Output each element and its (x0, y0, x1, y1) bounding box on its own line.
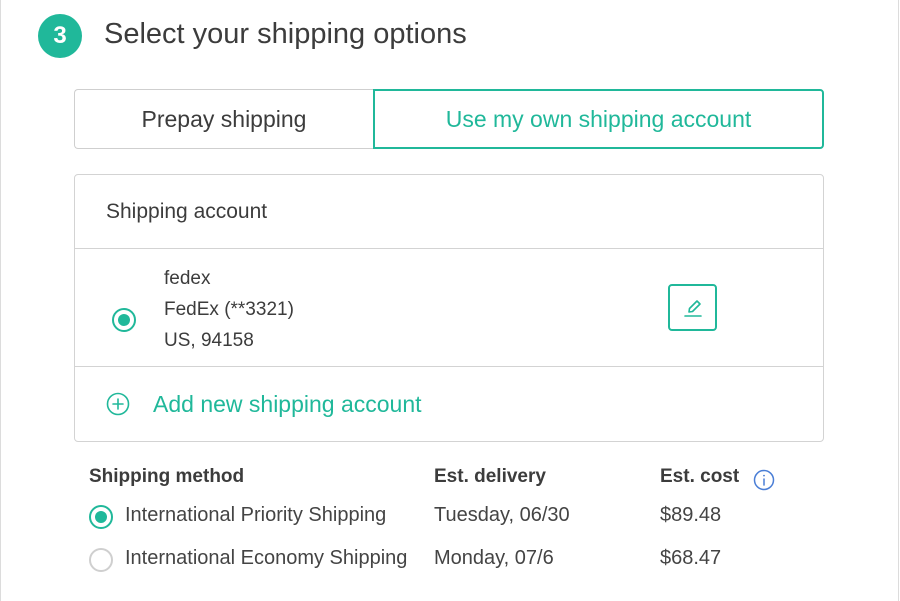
method-radio-button[interactable] (89, 505, 113, 529)
method-delivery: Tuesday, 06/30 (434, 504, 570, 526)
shipping-type-tabs: Prepay shipping Use my own shipping acco… (74, 89, 824, 149)
panel-header: Shipping account (75, 175, 823, 249)
step-number-badge: 3 (38, 14, 82, 58)
header-est-cost: Est. cost (660, 466, 740, 487)
method-name: International Economy Shipping (125, 547, 408, 569)
method-cost: $68.47 (660, 547, 722, 569)
tab-own-shipping-account[interactable]: Use my own shipping account (373, 89, 824, 149)
info-icon[interactable] (753, 469, 775, 491)
account-name: fedex (164, 268, 211, 289)
tab-prepay-shipping[interactable]: Prepay shipping (74, 89, 373, 149)
account-carrier: FedEx (**3321) (164, 299, 294, 320)
account-details: fedex FedEx (**3321) US, 94158 (164, 263, 294, 356)
pencil-icon (681, 296, 705, 320)
method-radio-button[interactable] (89, 548, 113, 572)
header-shipping-method: Shipping method (89, 466, 245, 487)
edit-account-button[interactable] (668, 284, 717, 331)
header-est-delivery: Est. delivery (434, 466, 546, 487)
shipping-method-row[interactable]: International Economy Shipping Monday, 0… (89, 543, 809, 577)
account-radio-button[interactable] (112, 308, 136, 332)
shipping-method-row[interactable]: International Priority Shipping Tuesday,… (89, 500, 809, 534)
add-new-shipping-account-button[interactable]: Add new shipping account (75, 367, 823, 441)
method-cost: $89.48 (660, 504, 722, 526)
plus-circle-icon (106, 392, 130, 416)
add-account-label: Add new shipping account (153, 390, 422, 417)
account-location: US, 94158 (164, 330, 254, 351)
shipping-account-item[interactable]: fedex FedEx (**3321) US, 94158 (75, 249, 823, 367)
method-name: International Priority Shipping (125, 504, 387, 526)
method-delivery: Monday, 07/6 (434, 547, 554, 569)
shipping-account-panel: Shipping account fedex FedEx (**3321) US… (74, 174, 824, 442)
section-title: Select your shipping options (104, 18, 467, 50)
